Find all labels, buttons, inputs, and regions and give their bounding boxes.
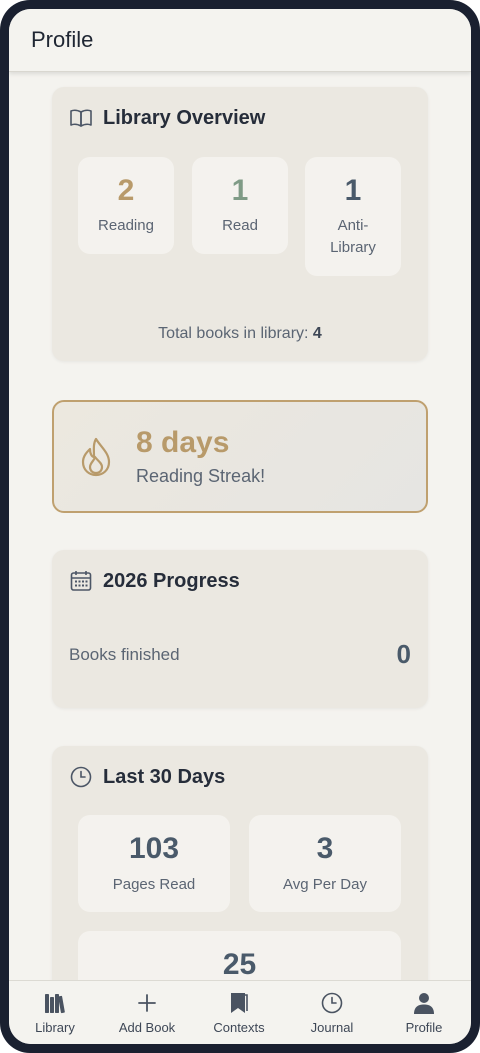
third-stat-value: 25 xyxy=(222,948,257,981)
total-books-value: 4 xyxy=(312,325,322,342)
stat-reading-label: Reading xyxy=(98,217,154,234)
total-books-label: Total books in library: xyxy=(158,325,313,342)
nav-add-book[interactable]: Add Book xyxy=(101,981,193,1044)
scroll-content[interactable]: Library Overview 2 Reading 1 Read 1 Anti… xyxy=(9,9,471,1044)
screen: Library Overview 2 Reading 1 Read 1 Anti… xyxy=(9,9,471,1044)
stat-reading-value: 2 xyxy=(117,174,135,207)
pages-read-stat[interactable]: 103 Pages Read xyxy=(78,815,230,912)
nav-profile-label: Profile xyxy=(405,1020,443,1035)
clock-icon xyxy=(70,766,92,788)
avg-per-day-value: 3 xyxy=(316,832,334,865)
clock-icon xyxy=(321,992,343,1014)
library-overview-card: Library Overview 2 Reading 1 Read 1 Anti… xyxy=(52,87,428,361)
page-title: Profile xyxy=(31,27,94,52)
flame-icon xyxy=(81,437,111,477)
nav-journal[interactable]: Journal xyxy=(286,981,378,1044)
stat-read-label: Read xyxy=(222,217,258,234)
library-icon xyxy=(45,994,65,1014)
streak-label: Reading Streak! xyxy=(136,466,266,486)
stat-reading[interactable]: 2 Reading xyxy=(78,157,174,254)
nav-journal-label: Journal xyxy=(310,1020,354,1035)
library-overview-title: Library Overview xyxy=(103,107,266,129)
pages-read-value: 103 xyxy=(128,832,180,865)
total-books: Total books in library: 4 xyxy=(52,325,428,343)
nav-library-label: Library xyxy=(35,1020,75,1035)
nav-add-book-label: Add Book xyxy=(118,1020,176,1035)
avg-per-day-stat[interactable]: 3 Avg Per Day xyxy=(249,815,401,912)
nav-library[interactable]: Library xyxy=(9,981,101,1044)
user-icon xyxy=(414,993,434,1014)
books-finished-label: Books finished xyxy=(69,645,180,664)
progress-card: 2026 Progress Books finished 0 xyxy=(52,550,428,708)
nav-profile[interactable]: Profile xyxy=(378,981,470,1044)
app-header: Profile xyxy=(9,9,471,72)
stat-anti-library-label: Anti- Library xyxy=(330,217,376,256)
reading-streak-card: 8 days Reading Streak! xyxy=(52,400,428,513)
stat-anti-library[interactable]: 1 Anti- Library xyxy=(305,157,401,276)
progress-title: 2026 Progress xyxy=(103,570,240,592)
calendar-icon xyxy=(70,571,92,591)
nav-contexts-label: Contexts xyxy=(213,1020,265,1035)
stat-read-value: 1 xyxy=(231,174,249,207)
bottom-nav: Library Add Book Contexts Journal Profil… xyxy=(9,980,471,1044)
nav-contexts[interactable]: Contexts xyxy=(193,981,285,1044)
books-finished-value: 0 xyxy=(396,639,411,669)
stat-read[interactable]: 1 Read xyxy=(192,157,288,254)
book-open-icon xyxy=(70,109,92,127)
device-frame: Library Overview 2 Reading 1 Read 1 Anti… xyxy=(0,0,480,1053)
bookmark-icon xyxy=(231,993,248,1013)
streak-days: 8 days xyxy=(136,426,230,459)
stat-anti-library-value: 1 xyxy=(344,174,362,207)
last-30-days-title: Last 30 Days xyxy=(103,766,226,788)
plus-icon xyxy=(138,994,156,1012)
avg-per-day-label: Avg Per Day xyxy=(283,876,367,893)
pages-read-label: Pages Read xyxy=(112,876,196,893)
